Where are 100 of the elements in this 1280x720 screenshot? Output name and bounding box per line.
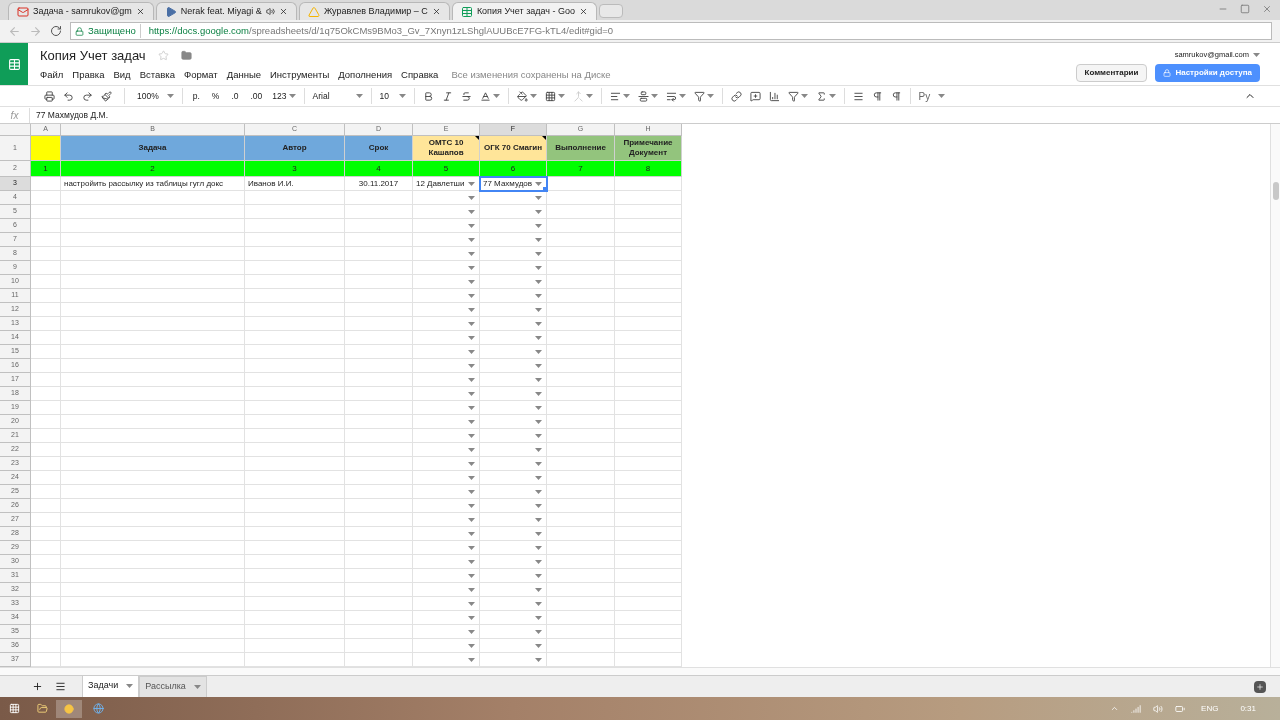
table-cell[interactable] (245, 191, 345, 205)
table-cell[interactable] (345, 415, 413, 429)
table-cell[interactable] (413, 625, 480, 639)
table-cell[interactable] (345, 359, 413, 373)
table-cell[interactable] (31, 513, 61, 527)
table-cell[interactable] (31, 191, 61, 205)
table-cell[interactable] (547, 569, 615, 583)
table-cell[interactable] (345, 331, 413, 345)
table-cell[interactable] (413, 219, 480, 233)
table-cell[interactable] (615, 359, 682, 373)
table-cell[interactable] (480, 345, 547, 359)
number-format-dropdown[interactable]: 123 (268, 89, 300, 103)
table-cell[interactable] (31, 359, 61, 373)
decrease-decimals-button[interactable]: .0 (225, 89, 245, 103)
menu-item[interactable]: Вид (113, 68, 131, 83)
table-cell[interactable] (413, 401, 480, 415)
table-cell[interactable]: Срок (345, 136, 413, 161)
table-cell[interactable] (245, 555, 345, 569)
table-cell[interactable] (413, 569, 480, 583)
table-cell[interactable] (480, 317, 547, 331)
table-cell[interactable] (345, 247, 413, 261)
table-cell[interactable] (345, 639, 413, 653)
table-cell[interactable] (480, 191, 547, 205)
font-dropdown[interactable]: Arial (308, 89, 367, 103)
all-sheets-icon[interactable] (55, 681, 66, 692)
table-cell[interactable]: 30.11.2017 (345, 177, 413, 191)
table-cell[interactable] (61, 443, 245, 457)
formula-field[interactable]: 77 Махмудов Д.М. (30, 108, 108, 122)
table-cell[interactable] (345, 527, 413, 541)
horizontal-scrollbar[interactable] (0, 667, 1280, 675)
table-cell[interactable] (61, 597, 245, 611)
table-cell[interactable] (245, 443, 345, 457)
table-cell[interactable]: 4 (345, 161, 413, 177)
battery-icon[interactable] (1175, 703, 1186, 714)
table-cell[interactable] (615, 541, 682, 555)
table-cell[interactable] (413, 233, 480, 247)
table-cell[interactable] (547, 541, 615, 555)
table-cell[interactable] (345, 205, 413, 219)
table-cell[interactable] (547, 359, 615, 373)
table-cell[interactable]: ОМТС 10 Кашапов (413, 136, 480, 161)
table-cell[interactable] (480, 611, 547, 625)
table-cell[interactable] (480, 303, 547, 317)
table-cell[interactable] (547, 177, 615, 191)
table-cell[interactable] (31, 275, 61, 289)
table-cell[interactable] (615, 205, 682, 219)
table-cell[interactable] (61, 639, 245, 653)
table-cell[interactable] (547, 625, 615, 639)
table-cell[interactable] (245, 583, 345, 597)
table-cell[interactable] (245, 345, 345, 359)
menu-item[interactable]: Дополнения (338, 68, 393, 83)
table-cell[interactable] (31, 317, 61, 331)
volume-icon[interactable] (1153, 703, 1164, 714)
table-cell[interactable] (61, 219, 245, 233)
table-cell[interactable] (31, 597, 61, 611)
table-cell[interactable] (345, 429, 413, 443)
table-cell[interactable] (345, 513, 413, 527)
table-cell[interactable] (345, 569, 413, 583)
table-cell[interactable] (31, 583, 61, 597)
table-cell[interactable] (615, 611, 682, 625)
table-cell[interactable] (345, 191, 413, 205)
browser-taskbar-icon[interactable] (56, 699, 82, 718)
table-cell[interactable] (245, 639, 345, 653)
table-cell[interactable] (480, 275, 547, 289)
table-cell[interactable] (413, 611, 480, 625)
table-cell[interactable] (413, 317, 480, 331)
browser-tab[interactable]: Nerak feat. Miyagi & (155, 2, 297, 20)
table-cell[interactable] (31, 443, 61, 457)
close-icon[interactable] (135, 7, 145, 16)
table-cell[interactable] (31, 205, 61, 219)
table-cell[interactable] (615, 555, 682, 569)
table-cell[interactable] (547, 457, 615, 471)
table-cell[interactable] (480, 359, 547, 373)
table-cell[interactable]: Иванов И.И. (245, 177, 345, 191)
table-cell[interactable] (31, 625, 61, 639)
table-cell[interactable] (413, 527, 480, 541)
document-title[interactable]: Копия Учет задач (40, 45, 146, 66)
table-cell[interactable]: 6 (480, 161, 547, 177)
table-cell[interactable] (547, 513, 615, 527)
close-icon[interactable] (278, 7, 288, 16)
increase-decimals-button[interactable]: .00 (244, 89, 269, 103)
table-cell[interactable] (31, 387, 61, 401)
table-cell[interactable] (345, 275, 413, 289)
table-cell[interactable] (31, 136, 61, 161)
table-cell[interactable] (31, 541, 61, 555)
table-cell[interactable] (615, 345, 682, 359)
table-cell[interactable] (413, 597, 480, 611)
table-cell[interactable] (547, 443, 615, 457)
table-cell[interactable] (480, 569, 547, 583)
percent-button[interactable]: % (205, 89, 226, 103)
browser-tab[interactable]: Копия Учет задач - Goo (451, 2, 598, 20)
table-cell[interactable] (547, 275, 615, 289)
table-cell[interactable] (245, 219, 345, 233)
table-cell[interactable] (413, 303, 480, 317)
table-cell[interactable] (615, 261, 682, 275)
table-cell[interactable] (245, 359, 345, 373)
table-cell[interactable] (413, 443, 480, 457)
table-cell[interactable] (245, 485, 345, 499)
table-cell[interactable] (61, 373, 245, 387)
table-cell[interactable] (615, 177, 682, 191)
table-cell[interactable] (245, 233, 345, 247)
